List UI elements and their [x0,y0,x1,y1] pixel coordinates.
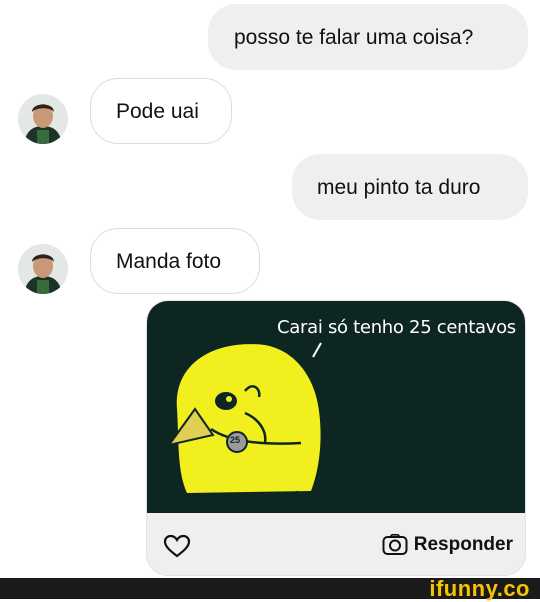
avatar[interactable] [18,244,68,294]
reply-label: Responder [413,534,513,555]
message-outgoing: posso te falar uma coisa? [208,4,528,70]
message-incoming: Manda foto [90,228,260,294]
story-reply-card[interactable]: Carai só tenho 25 centavos 25 Responder [146,300,526,576]
story-image[interactable]: Carai só tenho 25 centavos 25 [147,301,525,513]
chick-drawing [166,342,322,501]
message-incoming: Pode uai [90,78,232,144]
message-text: Manda foto [116,249,222,273]
avatar[interactable] [18,94,68,144]
coin-label: 25 [230,435,241,445]
message-text: meu pinto ta duro [317,175,481,199]
message-text: posso te falar uma coisa? [234,25,474,49]
reply-button[interactable]: Responder [382,534,513,556]
message-outgoing: meu pinto ta duro [292,154,528,220]
message-text: Pode uai [116,99,199,123]
story-actions: Responder [147,513,525,575]
watermark-bar: ifunny.co [0,576,540,601]
avatar-image [18,244,68,294]
heart-icon[interactable] [163,534,191,558]
camera-icon [382,534,408,555]
ifunny-logo: ifunny.co [429,576,530,601]
avatar-image [18,94,68,144]
